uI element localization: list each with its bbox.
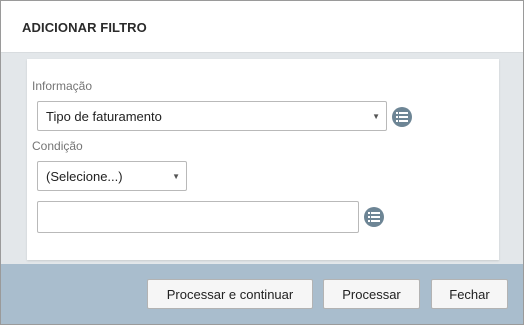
dialog-footer: Processar e continuar Processar Fechar bbox=[1, 264, 523, 324]
info-label: Informação bbox=[32, 79, 93, 93]
process-button[interactable]: Processar bbox=[323, 279, 420, 309]
value-list-button[interactable] bbox=[364, 207, 384, 227]
info-select-value: Tipo de faturamento bbox=[46, 108, 162, 124]
list-icon bbox=[396, 112, 408, 122]
caret-down-icon: ▼ bbox=[372, 112, 380, 121]
condition-label: Condição bbox=[32, 139, 83, 153]
dialog-header: ADICIONAR FILTRO bbox=[1, 1, 523, 53]
process-and-continue-button[interactable]: Processar e continuar bbox=[147, 279, 313, 309]
condition-select[interactable]: (Selecione...) ▼ bbox=[37, 161, 187, 191]
close-button[interactable]: Fechar bbox=[431, 279, 508, 309]
list-icon bbox=[368, 212, 380, 222]
dialog-title: ADICIONAR FILTRO bbox=[22, 20, 147, 35]
caret-down-icon: ▼ bbox=[172, 172, 180, 181]
value-input[interactable] bbox=[37, 201, 359, 233]
info-list-button[interactable] bbox=[392, 107, 412, 127]
info-select[interactable]: Tipo de faturamento ▼ bbox=[37, 101, 387, 131]
dialog-body: Informação Tipo de faturamento ▼ Condiçã… bbox=[1, 54, 523, 264]
filter-form-card: Informação Tipo de faturamento ▼ Condiçã… bbox=[27, 59, 499, 260]
add-filter-dialog: ADICIONAR FILTRO Informação Tipo de fatu… bbox=[0, 0, 524, 325]
condition-select-value: (Selecione...) bbox=[46, 168, 123, 184]
